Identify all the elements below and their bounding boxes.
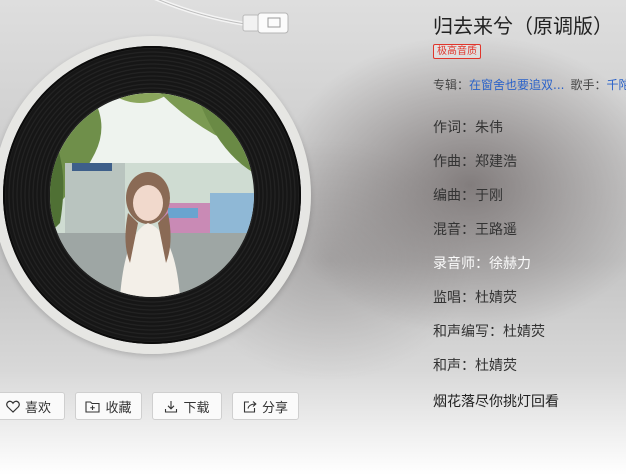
folder-add-icon — [85, 400, 101, 413]
credit-composer: 作曲：郑建浩 — [433, 154, 517, 170]
credits-list: 作词：朱伟 作曲：郑建浩 编曲：于刚 混音：王路遥 录音师：徐赫力 监唱：杜婧荧… — [433, 118, 545, 390]
song-meta: 专辑：在窗舍也要追双... 歌手：千陀 — [433, 76, 626, 93]
album-label: 专辑： — [433, 78, 470, 92]
share-button[interactable]: 分享 — [232, 392, 299, 420]
like-label: 喜欢 — [24, 400, 51, 416]
record-player — [0, 36, 311, 354]
share-icon — [243, 400, 257, 413]
tonearm — [154, 0, 289, 34]
collect-label: 收藏 — [105, 400, 132, 416]
credit-lyricist: 作词：朱伟 — [433, 120, 503, 136]
vinyl-disc — [3, 46, 301, 344]
credit-arranger: 编曲：于刚 — [433, 188, 503, 204]
album-cover — [50, 93, 254, 297]
download-label: 下载 — [183, 400, 210, 416]
download-icon — [165, 400, 178, 413]
singer-link[interactable]: 千陀 — [606, 78, 626, 92]
heart-icon — [6, 400, 20, 413]
download-button[interactable]: 下载 — [152, 392, 222, 420]
quality-badge: 极高音质 — [433, 44, 481, 59]
credit-vocal-producer: 监唱：杜婧荧 — [433, 290, 517, 306]
collect-button[interactable]: 收藏 — [75, 392, 142, 420]
credit-recording-engineer: 录音师：徐赫力 — [433, 256, 531, 272]
current-lyric-line: 烟花落尽你挑灯回看 — [433, 394, 559, 410]
credit-harmony-arranger: 和声编写：杜婧荧 — [433, 324, 545, 340]
credit-harmony: 和声：杜婧荧 — [433, 358, 517, 374]
album-link[interactable]: 在窗舍也要追双... — [469, 78, 564, 92]
song-info-panel: 归去来兮（原调版） 极高音质 专辑：在窗舍也要追双... 歌手：千陀 作词：朱伟 … — [433, 0, 626, 475]
like-button[interactable]: 喜欢 — [0, 392, 65, 420]
credit-mixing: 混音：王路遥 — [433, 222, 517, 238]
singer-label: 歌手： — [570, 78, 607, 92]
action-bar: 喜欢 收藏 下载 分享 — [0, 392, 299, 420]
song-title: 归去来兮（原调版） — [433, 14, 613, 38]
share-label: 分享 — [261, 400, 288, 416]
